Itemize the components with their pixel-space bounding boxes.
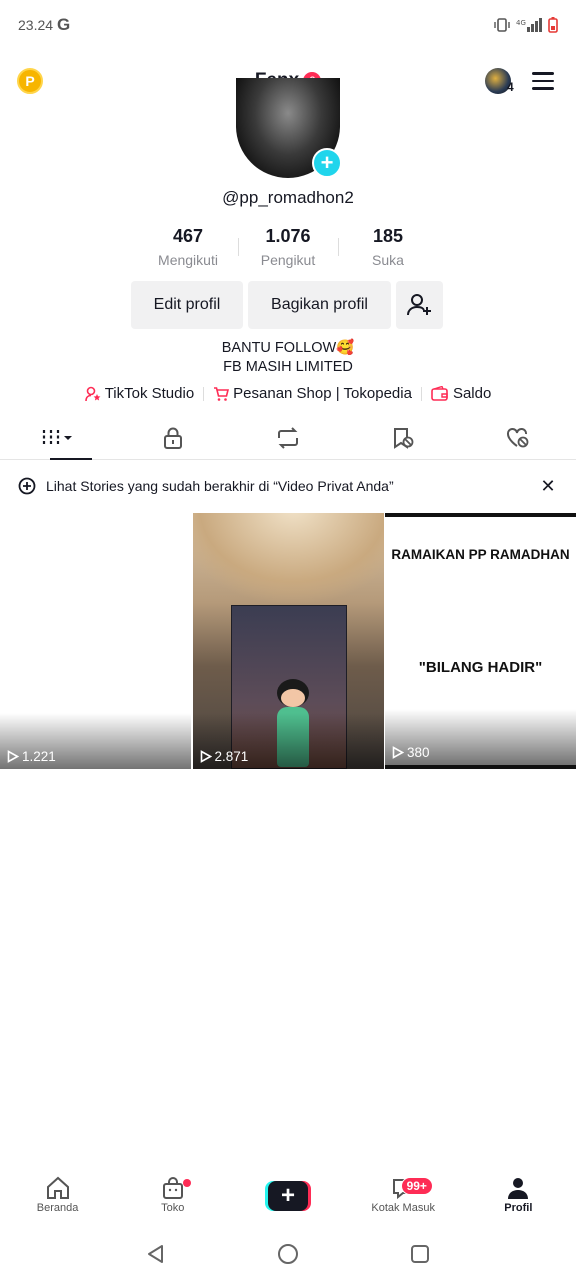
divider bbox=[420, 386, 422, 401]
link-label: Saldo bbox=[452, 385, 492, 402]
view-count-value: 380 bbox=[407, 745, 430, 760]
nav-label: Kotak Masuk bbox=[371, 1202, 435, 1214]
menu-icon[interactable] bbox=[532, 72, 554, 90]
close-icon[interactable]: ✕ bbox=[538, 476, 558, 497]
bottom-nav: Beranda Toko + 99+ Kotak Masuk Profil bbox=[0, 1176, 576, 1228]
profile-avatar[interactable]: + bbox=[236, 78, 342, 178]
share-profile-button[interactable]: Bagikan profil bbox=[248, 281, 391, 329]
inbox-badge: 99+ bbox=[400, 1177, 433, 1195]
stat-following[interactable]: 467 Mengikuti bbox=[138, 226, 238, 268]
account-count: 4 bbox=[507, 80, 514, 94]
status-time: 23.24 bbox=[18, 17, 54, 33]
video-thumbnail[interactable]: 2.871 bbox=[192, 513, 384, 769]
divider bbox=[203, 386, 205, 401]
profile-bio: BANTU FOLLOW🥰 FB MASIH LIMITED bbox=[0, 339, 576, 377]
view-count: 1.221 bbox=[7, 749, 56, 764]
tab-saved[interactable] bbox=[346, 416, 461, 459]
view-count-value: 2.871 bbox=[214, 749, 249, 764]
bio-line: BANTU FOLLOW🥰 bbox=[221, 340, 355, 356]
liked-icon bbox=[507, 427, 529, 447]
stat-label: Mengikuti bbox=[158, 252, 218, 268]
add-story-icon bbox=[18, 477, 36, 495]
profile-tabs bbox=[0, 416, 576, 460]
profile-icon bbox=[508, 1178, 529, 1199]
saved-icon bbox=[394, 427, 414, 449]
play-icon bbox=[392, 746, 404, 759]
view-count: 380 bbox=[392, 745, 430, 760]
shop-bag-icon bbox=[162, 1177, 183, 1199]
bio-line: FB MASIH LIMITED bbox=[223, 359, 353, 375]
repost-icon bbox=[278, 426, 298, 449]
vibrate-icon bbox=[494, 18, 510, 32]
stat-likes[interactable]: 185 Suka bbox=[338, 226, 438, 268]
google-icon: G bbox=[57, 15, 71, 34]
stat-value: 467 bbox=[172, 226, 204, 246]
video-thumbnail[interactable]: RAMAIKAN PP RAMADHAN "BILANG HADIR" 380 bbox=[385, 513, 576, 769]
home-icon bbox=[46, 1176, 69, 1199]
tiktok-studio-link[interactable]: TikTok Studio bbox=[84, 385, 195, 402]
status-icons: 4G bbox=[494, 17, 558, 33]
nav-home[interactable]: Beranda bbox=[0, 1176, 115, 1228]
nav-label: Toko bbox=[161, 1202, 185, 1214]
videos-grid-icon bbox=[42, 429, 72, 446]
nav-inbox[interactable]: 99+ Kotak Masuk bbox=[346, 1176, 461, 1228]
stat-value: 1.076 bbox=[265, 226, 311, 246]
status-bar: 23.24 G 4G bbox=[0, 0, 576, 52]
nav-label: Profil bbox=[504, 1202, 533, 1214]
stories-banner-text: Lihat Stories yang sudah berakhir di “Vi… bbox=[46, 478, 394, 494]
tab-liked[interactable] bbox=[461, 416, 576, 459]
stories-banner[interactable]: Lihat Stories yang sudah berakhir di “Vi… bbox=[0, 460, 576, 512]
recents-icon[interactable] bbox=[409, 1243, 431, 1265]
canopy-image bbox=[192, 513, 384, 603]
play-icon bbox=[200, 750, 212, 763]
battery-icon bbox=[548, 17, 558, 33]
tab-videos[interactable] bbox=[0, 416, 115, 460]
nav-shop[interactable]: Toko bbox=[115, 1176, 230, 1228]
stat-label: Suka bbox=[372, 252, 404, 268]
video-thumbnail[interactable]: 1.221 bbox=[0, 513, 191, 769]
add-friends-button[interactable] bbox=[396, 281, 443, 329]
notification-dot bbox=[183, 1179, 192, 1187]
system-nav bbox=[0, 1234, 576, 1274]
link-label: Pesanan Shop | Tokopedia bbox=[233, 385, 412, 402]
create-button[interactable]: + bbox=[264, 1181, 311, 1211]
add-user-icon bbox=[406, 294, 431, 316]
nav-profile[interactable]: Profil bbox=[461, 1176, 576, 1228]
tab-reposts[interactable] bbox=[230, 416, 345, 459]
view-count-value: 1.221 bbox=[22, 749, 56, 764]
play-icon bbox=[7, 750, 19, 763]
stat-value: 185 bbox=[372, 226, 404, 246]
signal-icon: 4G bbox=[516, 18, 542, 32]
video-overlay-title: RAMAIKAN PP RAMADHAN bbox=[391, 547, 570, 562]
nav-create[interactable]: + bbox=[230, 1176, 345, 1228]
link-label: TikTok Studio bbox=[104, 385, 195, 402]
view-count: 2.871 bbox=[200, 749, 249, 764]
video-overlay-subtitle: "BILANG HADIR" bbox=[418, 659, 543, 676]
add-story-button[interactable]: + bbox=[312, 148, 342, 178]
back-icon[interactable] bbox=[145, 1243, 167, 1265]
shop-orders-link[interactable]: Pesanan Shop | Tokopedia bbox=[213, 385, 412, 402]
edit-profile-button[interactable]: Edit profil bbox=[131, 281, 243, 329]
wallet-icon bbox=[431, 385, 448, 401]
stat-label: Pengikut bbox=[260, 252, 316, 268]
profile-stats: 467 Mengikuti 1.076 Pengikut 185 Suka bbox=[0, 226, 576, 268]
profile-actions: Edit profil Bagikan profil bbox=[131, 281, 443, 329]
studio-icon bbox=[84, 386, 101, 401]
tab-private[interactable] bbox=[115, 416, 230, 459]
username: @pp_romadhon2 bbox=[222, 188, 354, 207]
video-grid: 1.221 2.871 RAMAIKAN PP RAMADHAN "BILANG… bbox=[0, 513, 576, 769]
cart-icon bbox=[214, 386, 230, 401]
balance-link[interactable]: Saldo bbox=[431, 385, 491, 402]
plus-icon: + bbox=[267, 1181, 308, 1211]
lock-icon bbox=[163, 427, 182, 449]
stat-followers[interactable]: 1.076 Pengikut bbox=[238, 226, 338, 268]
nav-label: Beranda bbox=[36, 1202, 79, 1214]
profile-links: TikTok Studio Pesanan Shop | Tokopedia S… bbox=[0, 385, 576, 402]
home-circle-icon[interactable] bbox=[277, 1243, 299, 1265]
svg-text:4G: 4G bbox=[516, 19, 526, 27]
